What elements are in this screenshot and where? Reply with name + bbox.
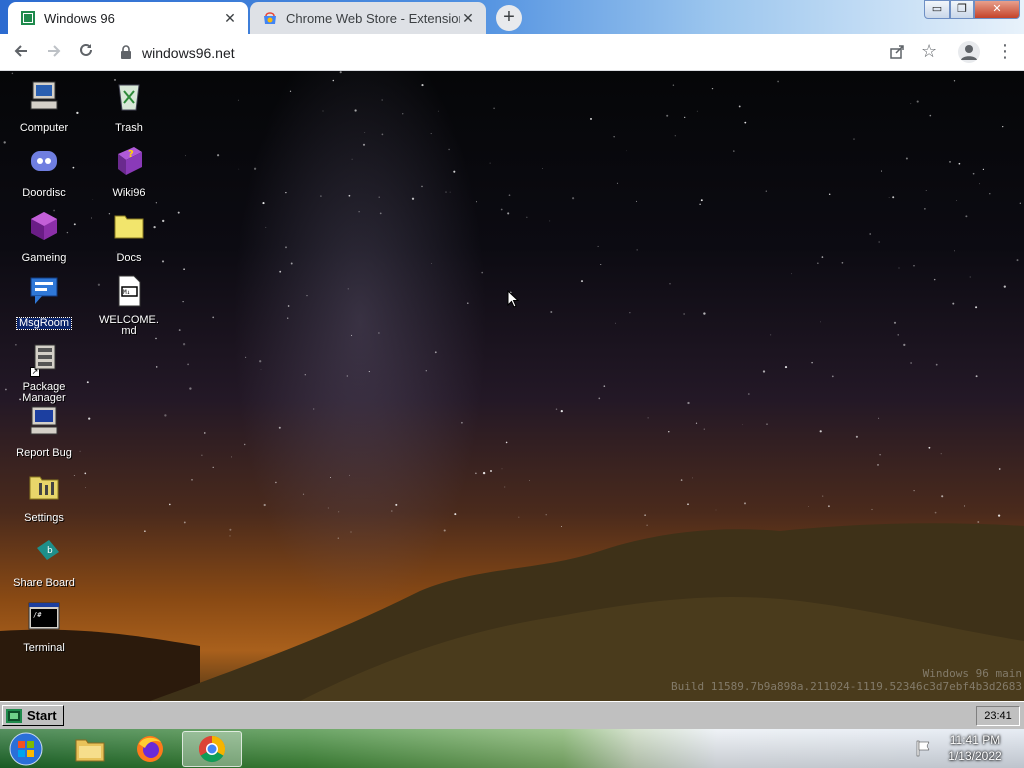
desktop-icon-label: Trash <box>115 122 143 134</box>
kebab-menu-icon[interactable]: ⋮ <box>996 40 1014 62</box>
desktop-icon-report-bug[interactable]: Report Bug <box>2 404 86 461</box>
start-label: Start <box>27 708 57 723</box>
profile-avatar-icon[interactable] <box>958 41 980 63</box>
windows-start-orb-icon[interactable] <box>7 731 45 767</box>
system-time: 11:41 PM <box>949 733 1001 747</box>
desktop-icon-label: Docs <box>116 252 142 264</box>
arrow-left-icon <box>14 45 27 57</box>
svg-text:?: ? <box>128 149 134 160</box>
desktop-icon-label: Report Bug <box>16 447 72 459</box>
url-text: windows96.net <box>142 45 235 61</box>
desktop-icon-label: Package Manager <box>22 381 66 404</box>
desktop-icon-label: Doordisc <box>22 187 66 199</box>
arrow-right-icon <box>48 45 61 57</box>
tab-close-icon[interactable]: ✕ <box>222 10 238 26</box>
svg-text:M↓: M↓ <box>123 289 130 296</box>
desktop-icon-docs[interactable]: Docs <box>87 209 171 266</box>
reload-button[interactable] <box>74 41 98 65</box>
close-window-button[interactable]: ✕ <box>974 0 1020 19</box>
reload-icon <box>80 43 92 56</box>
system-clock[interactable]: 11:41 PM 1/13/2022 <box>940 732 1010 764</box>
computer-icon <box>30 81 58 110</box>
svg-text:/#: /# <box>33 611 42 619</box>
watermark-line-1: Windows 96 main <box>922 667 1022 680</box>
desktop-icon-share-board[interactable]: b Share Board <box>2 534 86 591</box>
taskbar-chrome[interactable] <box>182 731 242 767</box>
tab-close-icon[interactable]: ✕ <box>460 10 476 26</box>
taskbar-file-explorer[interactable] <box>62 731 118 767</box>
settings-icon <box>29 476 59 500</box>
desktop-icon-wiki96[interactable]: ? Wiki96 <box>87 144 171 201</box>
bug-report-icon <box>30 406 58 435</box>
desktop-icon-terminal[interactable]: /# Terminal <box>2 599 86 656</box>
wiki-book-icon: ? <box>118 147 142 175</box>
markdown-file-icon: M↓ <box>118 275 141 307</box>
bookmark-star-icon[interactable]: ☆ <box>921 41 937 62</box>
forward-button[interactable] <box>42 41 66 65</box>
mouse-cursor-icon <box>507 290 519 308</box>
desktop-icon-label: Wiki96 <box>112 187 146 199</box>
minimize-button[interactable]: ▭ <box>924 0 950 19</box>
browser-tab-strip: Windows 96 ✕ Chrome Web Store - Extensio… <box>0 0 1024 34</box>
windows96-favicon-icon <box>21 11 35 25</box>
win96-clock: 23:41 <box>976 706 1020 726</box>
taskbar-firefox[interactable] <box>122 731 178 767</box>
folder-icon <box>114 215 144 239</box>
maximize-button[interactable]: ❐ <box>950 0 974 19</box>
desktop-icon-label: Share Board <box>13 577 75 589</box>
back-button[interactable] <box>9 41 33 65</box>
browser-toolbar: windows96.net <box>0 34 1024 71</box>
build-watermark: Windows 96 main Build 11589.7b9a898a.211… <box>671 667 1022 693</box>
tab-title: Windows 96 <box>44 10 115 26</box>
desktop-icon-welcome-md[interactable]: M↓ WELCOME.md <box>87 274 171 339</box>
game-cube-icon <box>31 212 57 240</box>
desktop-icon-label: Terminal <box>23 642 65 654</box>
desktop-icon-label: Gameing <box>21 252 67 264</box>
address-bar[interactable]: windows96.net <box>110 39 950 67</box>
desktop-icon-label: MsgRoom <box>15 317 73 330</box>
file-explorer-icon <box>75 739 105 762</box>
start-logo-icon <box>6 708 22 723</box>
package-icon <box>34 344 56 370</box>
desktop-icon-trash[interactable]: Trash <box>87 79 171 136</box>
web-store-favicon-icon <box>264 12 276 24</box>
desktop-icon-doordisc[interactable]: Doordisc <box>2 144 86 201</box>
win96-desktop[interactable]: Computer Doordisc ↗ Gameing MsgRoom Pack… <box>0 71 1024 701</box>
win96-taskbar: Start 23:41 <box>0 701 1024 729</box>
desktop-icon-msgroom[interactable]: MsgRoom <box>2 274 86 331</box>
chrome-icon <box>198 735 226 763</box>
watermark-line-2: Build 11589.7b9a898a.211024-1119.52346c3… <box>671 680 1022 693</box>
trash-icon <box>118 84 140 111</box>
firefox-icon <box>137 736 163 762</box>
share-icon[interactable] <box>888 43 906 61</box>
desktop-icon-settings[interactable]: Settings <box>2 469 86 526</box>
share-board-icon: b <box>37 540 59 560</box>
person-icon <box>961 45 977 60</box>
lock-icon <box>121 45 131 59</box>
desktop-icon-package-manager[interactable]: Package Manager <box>2 341 86 406</box>
svg-text:b: b <box>47 546 53 556</box>
new-tab-button[interactable]: + <box>496 5 522 31</box>
desktop-icon-label: Settings <box>24 512 64 524</box>
tab-windows96[interactable]: Windows 96 ✕ <box>8 2 248 34</box>
start-button[interactable]: Start <box>2 705 64 726</box>
desktop-icon-label: Computer <box>19 122 69 134</box>
chat-icon <box>30 277 58 304</box>
system-date: 1/13/2022 <box>948 749 1002 763</box>
tab-chrome-web-store[interactable]: Chrome Web Store - Extensions ✕ <box>250 2 486 34</box>
desktop-icon-computer[interactable]: Computer <box>2 79 86 136</box>
desktop-icon-gameing[interactable]: ↗ Gameing <box>2 209 86 377</box>
terminal-icon: /# <box>28 602 60 630</box>
desktop-icon-label: WELCOME.md <box>99 314 159 337</box>
discord-icon <box>31 151 57 171</box>
action-center-flag-icon[interactable] <box>914 739 932 757</box>
tab-title: Chrome Web Store - Extensions <box>286 10 460 26</box>
